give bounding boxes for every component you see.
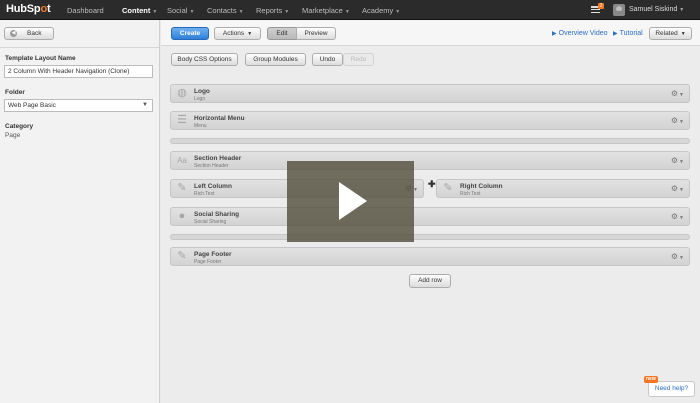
redo-button[interactable]: Redo [343,53,374,66]
add-row-button[interactable]: Add row [409,274,451,288]
module-logo[interactable]: ◍ Logo Logo ⚙▼ [170,84,690,103]
tutorial-link[interactable]: ▶ Tutorial [613,30,643,37]
avatar[interactable] [613,4,625,16]
text-icon: Aa [177,156,187,165]
category-value: Page [5,132,21,139]
play-icon: ▶ [613,31,618,37]
module-page-footer[interactable]: ✎ Page Footer Page Footer ⚙▼ [170,247,690,266]
actions-button[interactable]: Actions ▼ [214,27,261,40]
row-separator[interactable] [170,138,690,144]
body-css-options-button[interactable]: Body CSS Options [171,53,238,66]
undo-button[interactable]: Undo [312,53,343,66]
row-separator[interactable] [170,234,690,240]
layout-toolbar: Body CSS Options Group Modules Undo Redo [161,47,700,71]
category-label: Category [5,123,34,130]
overview-video-link[interactable]: ▶ Overview Video [552,30,608,37]
chevron-down-icon: ▼ [247,31,253,37]
template-name-input[interactable]: 2 Column With Header Navigation (Clone) [4,65,153,78]
nav-item-reports[interactable]: Reports ▼ [256,6,289,15]
edit-icon: ✎ [177,250,187,262]
need-help-button[interactable]: Need help? [648,381,695,397]
user-menu[interactable]: Samuel Siskind ▼ [629,6,684,13]
gear-icon[interactable]: ⚙▼ [671,116,684,125]
folder-select[interactable]: Web Page Basic ▼ [4,99,153,112]
menu-icon: ☰ [177,114,187,126]
video-overlay[interactable] [287,161,414,242]
group-modules-button[interactable]: Group Modules [245,53,306,66]
gear-icon[interactable]: ⚙▼ [671,212,684,221]
column-resize-handle-icon[interactable]: ✚ [428,179,436,190]
chevron-down-icon: ▼ [284,9,290,15]
notification-badge: 2 [598,3,604,9]
chat-icon: ● [178,210,186,222]
module-section-header[interactable]: Aa Section Header Section Header ⚙▼ [170,151,690,170]
nav-item-academy[interactable]: Academy ▼ [362,6,400,15]
gear-icon[interactable]: ⚙▼ [671,184,684,193]
nav-item-marketplace[interactable]: Marketplace ▼ [302,6,350,15]
settings-sidebar: ◀ Back Template Layout Name 2 Column Wit… [0,20,160,403]
chevron-down-icon: ▼ [344,9,350,15]
play-icon[interactable] [339,182,367,220]
edit-tab[interactable]: Edit [267,27,297,40]
nav-item-contacts[interactable]: Contacts ▼ [207,6,244,15]
module-right-column[interactable]: ✎ Right Column Rich Text ⚙▼ [436,179,690,198]
create-button[interactable]: Create [171,27,209,40]
nav-item-social[interactable]: Social ▼ [167,6,194,15]
related-button[interactable]: Related ▼ [649,27,692,40]
folder-label: Folder [5,89,25,96]
chevron-down-icon: ▼ [189,9,195,15]
editor-toolbar: Create Actions ▼ Edit Preview ▶ Overview V… [161,20,700,46]
chevron-down-icon: ▼ [238,9,244,15]
nav-item-dashboard[interactable]: Dashboard [67,6,104,15]
divider [0,47,159,48]
nav-item-content[interactable]: Content ▼ [122,6,157,15]
edit-icon: ✎ [443,182,453,194]
back-arrow-icon: ◀ [10,30,17,37]
module-social-sharing[interactable]: ● Social Sharing Social Sharing ⚙▼ [170,207,690,226]
chevron-down-icon: ▼ [395,9,401,15]
back-button[interactable]: ◀ Back [4,27,54,40]
module-horizontal-menu[interactable]: ☰ Horizontal Menu Menu ⚙▼ [170,111,690,130]
gear-icon[interactable]: ⚙▼ [671,89,684,98]
chevron-down-icon: ▼ [152,9,158,15]
top-navigation-bar: HubSpot Dashboard Content ▼ Social ▼ Conta… [0,0,700,20]
new-badge: new [644,376,658,383]
gear-icon[interactable]: ⚙▼ [671,252,684,261]
preview-tab[interactable]: Preview [296,27,336,40]
globe-icon: ◍ [177,87,187,99]
chevron-down-icon: ▼ [680,31,686,37]
gear-icon[interactable]: ⚙▼ [671,156,684,165]
chevron-down-icon: ▼ [142,102,148,108]
chevron-down-icon: ▼ [679,7,685,13]
play-icon: ▶ [552,31,557,37]
edit-icon: ✎ [177,182,187,194]
hubspot-logo[interactable]: HubSpot [6,3,51,15]
template-name-label: Template Layout Name [5,55,76,62]
